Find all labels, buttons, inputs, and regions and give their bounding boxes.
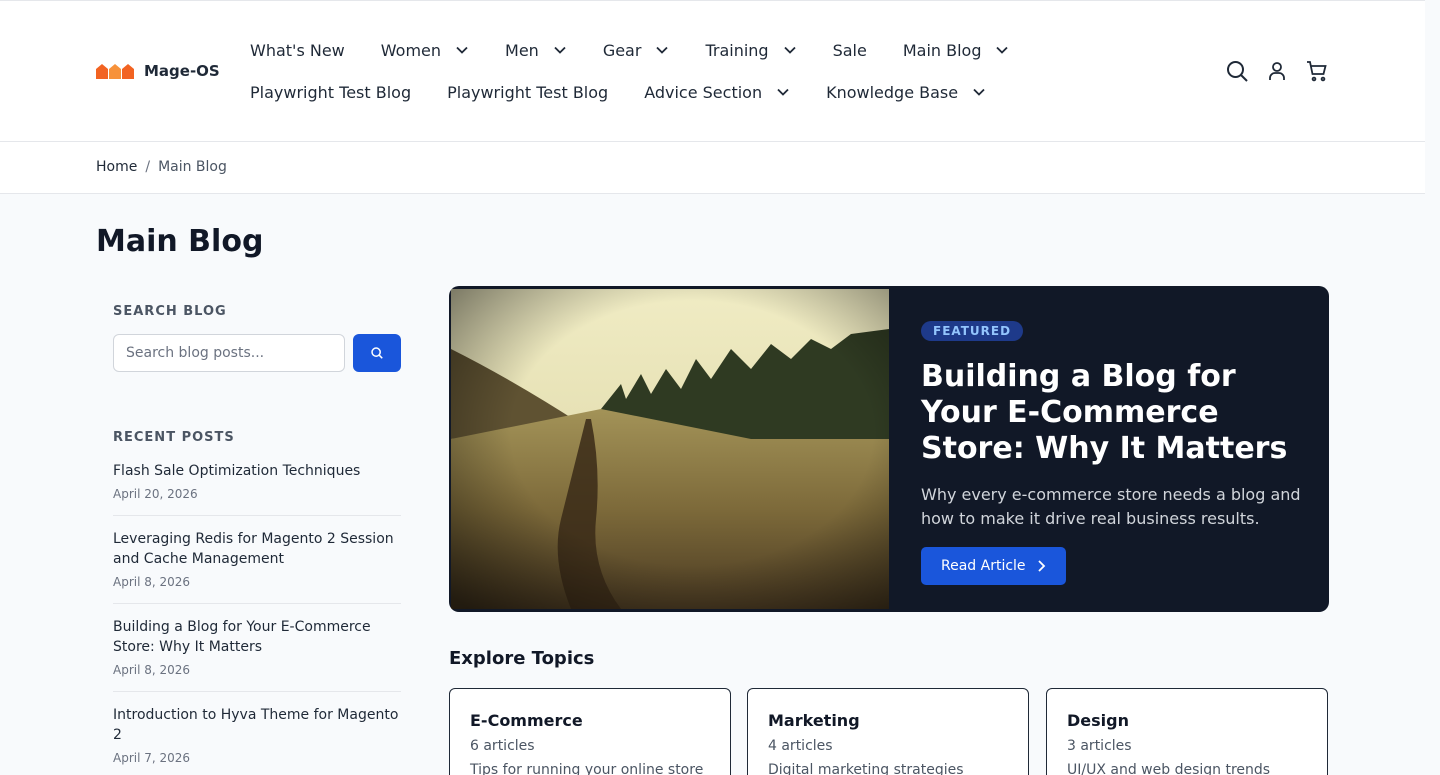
nav-item-label: Main Blog	[902, 40, 982, 60]
recent-post-date: April 8, 2026	[113, 575, 191, 589]
breadcrumb-current: Main Blog	[158, 159, 227, 175]
topic-article-count: 3 articles	[1067, 738, 1132, 754]
nav-item-advice-section[interactable]: Advice Section	[644, 81, 790, 103]
nav-item-label: Training	[705, 40, 769, 60]
nav-item-what-s-new[interactable]: What's New	[250, 39, 345, 61]
topic-card-marketing[interactable]: Marketing 4 articles Digital marketing str…	[747, 688, 1029, 775]
nav-item-playwright-test-blog[interactable]: Playwright Test Blog	[447, 81, 608, 103]
chevron-right-icon	[1037, 560, 1045, 572]
featured-post-description: Why every e-commerce store needs a blog …	[921, 485, 1301, 528]
topic-article-count: 4 articles	[768, 738, 833, 754]
chevron-down-icon	[456, 46, 468, 54]
topic-description: Digital marketing strategies	[768, 762, 964, 775]
breadcrumb: Home / Main Blog	[96, 159, 227, 175]
search-blog-heading: SEARCH BLOG	[113, 304, 227, 319]
topic-card-design[interactable]: Design 3 articles UI/UX and web design tre…	[1046, 688, 1328, 775]
recent-post-title[interactable]: Leveraging Redis for Magento 2 Session a…	[113, 529, 401, 569]
nav-item-label: Men	[505, 40, 539, 60]
recent-post-title[interactable]: Flash Sale Optimization Techniques	[113, 461, 401, 481]
topic-name: Design	[1067, 711, 1129, 730]
topic-name: Marketing	[768, 711, 860, 730]
nav-item-knowledge-base[interactable]: Knowledge Base	[826, 81, 986, 103]
recent-post-date: April 20, 2026	[113, 487, 198, 501]
topic-description: Tips for running your online store	[470, 762, 704, 775]
nav-item-playwright-test-blog[interactable]: Playwright Test Blog	[250, 81, 411, 103]
recent-post-item: Introduction to Hyva Theme for Magento 2…	[113, 702, 401, 775]
main-nav-row-1: What's New Women Men Gear Training Sale Main B…	[250, 39, 1045, 61]
nav-item-label: Knowledge Base	[826, 82, 959, 102]
nav-item-label: Sale	[832, 40, 867, 60]
topic-card-e-commerce[interactable]: E-Commerce 6 articles Tips for running you…	[449, 688, 731, 775]
blog-search-button[interactable]	[353, 334, 401, 372]
recent-post-item: Leveraging Redis for Magento 2 Session a…	[113, 526, 401, 604]
chevron-down-icon	[996, 46, 1009, 54]
recent-post-title[interactable]: Building a Blog for Your E-Commerce Stor…	[113, 617, 401, 657]
recent-posts-heading: RECENT POSTS	[113, 430, 235, 445]
recent-post-date: April 8, 2026	[113, 663, 191, 677]
nav-item-label: What's New	[250, 40, 345, 60]
featured-badge: FEATURED	[921, 321, 1024, 341]
mage-os-logo-icon	[96, 64, 134, 79]
featured-post-card: FEATURED Building a Blog for Your E-Comm…	[449, 286, 1329, 612]
breadcrumb-home-link[interactable]: Home	[96, 159, 137, 175]
nav-item-main-blog[interactable]: Main Blog	[903, 39, 1010, 61]
chevron-down-icon	[554, 46, 566, 54]
read-article-button[interactable]: Read Article	[921, 547, 1066, 585]
brand-logo[interactable]: Mage-OS	[96, 61, 220, 81]
nav-item-men[interactable]: Men	[505, 39, 567, 61]
site-header: Mage-OS What's New Women Men Gear Training Sa…	[0, 0, 1425, 142]
header-actions	[1225, 59, 1329, 83]
recent-post-date: April 7, 2026	[113, 751, 191, 765]
featured-post-title[interactable]: Building a Blog for Your E-Commerce Stor…	[921, 359, 1301, 467]
chevron-down-icon	[777, 88, 789, 96]
nav-item-label: Women	[380, 40, 442, 60]
chevron-down-icon	[973, 88, 985, 96]
cart-icon[interactable]	[1305, 59, 1329, 83]
topic-description: UI/UX and web design trends	[1067, 762, 1271, 775]
explore-topics-heading: Explore Topics	[449, 648, 595, 669]
chevron-down-icon	[783, 46, 796, 54]
recent-posts-list: Flash Sale Optimization Techniques April …	[113, 458, 401, 775]
blog-search-input[interactable]	[113, 334, 345, 372]
nav-item-gear[interactable]: Gear	[603, 39, 670, 61]
nav-item-training[interactable]: Training	[705, 39, 796, 61]
breadcrumb-bar: Home / Main Blog	[0, 142, 1425, 194]
page-title: Main Blog	[96, 224, 264, 259]
featured-post-image	[451, 289, 889, 609]
read-article-label: Read Article	[941, 558, 1026, 574]
search-icon[interactable]	[1225, 59, 1249, 83]
nav-item-sale[interactable]: Sale	[833, 39, 867, 61]
main-nav-row-2: Playwright Test Blog Playwright Test Blog…	[250, 81, 1022, 103]
recent-post-item: Building a Blog for Your E-Commerce Stor…	[113, 614, 401, 692]
featured-post-body: FEATURED Building a Blog for Your E-Comm…	[921, 320, 1301, 585]
nav-item-label: Playwright Test Blog	[447, 82, 609, 102]
nav-item-label: Advice Section	[644, 82, 763, 102]
search-icon	[371, 347, 383, 359]
brand-name: Mage-OS	[144, 62, 220, 80]
topic-article-count: 6 articles	[470, 738, 535, 754]
recent-post-title[interactable]: Introduction to Hyva Theme for Magento 2	[113, 705, 401, 745]
nav-item-label: Gear	[602, 40, 642, 60]
nav-item-women[interactable]: Women	[381, 39, 469, 61]
account-icon[interactable]	[1265, 59, 1289, 83]
nav-item-label: Playwright Test Blog	[250, 82, 412, 102]
recent-post-item: Flash Sale Optimization Techniques April …	[113, 458, 401, 516]
topic-name: E-Commerce	[470, 711, 583, 730]
breadcrumb-separator: /	[145, 159, 151, 175]
chevron-down-icon	[656, 46, 669, 54]
